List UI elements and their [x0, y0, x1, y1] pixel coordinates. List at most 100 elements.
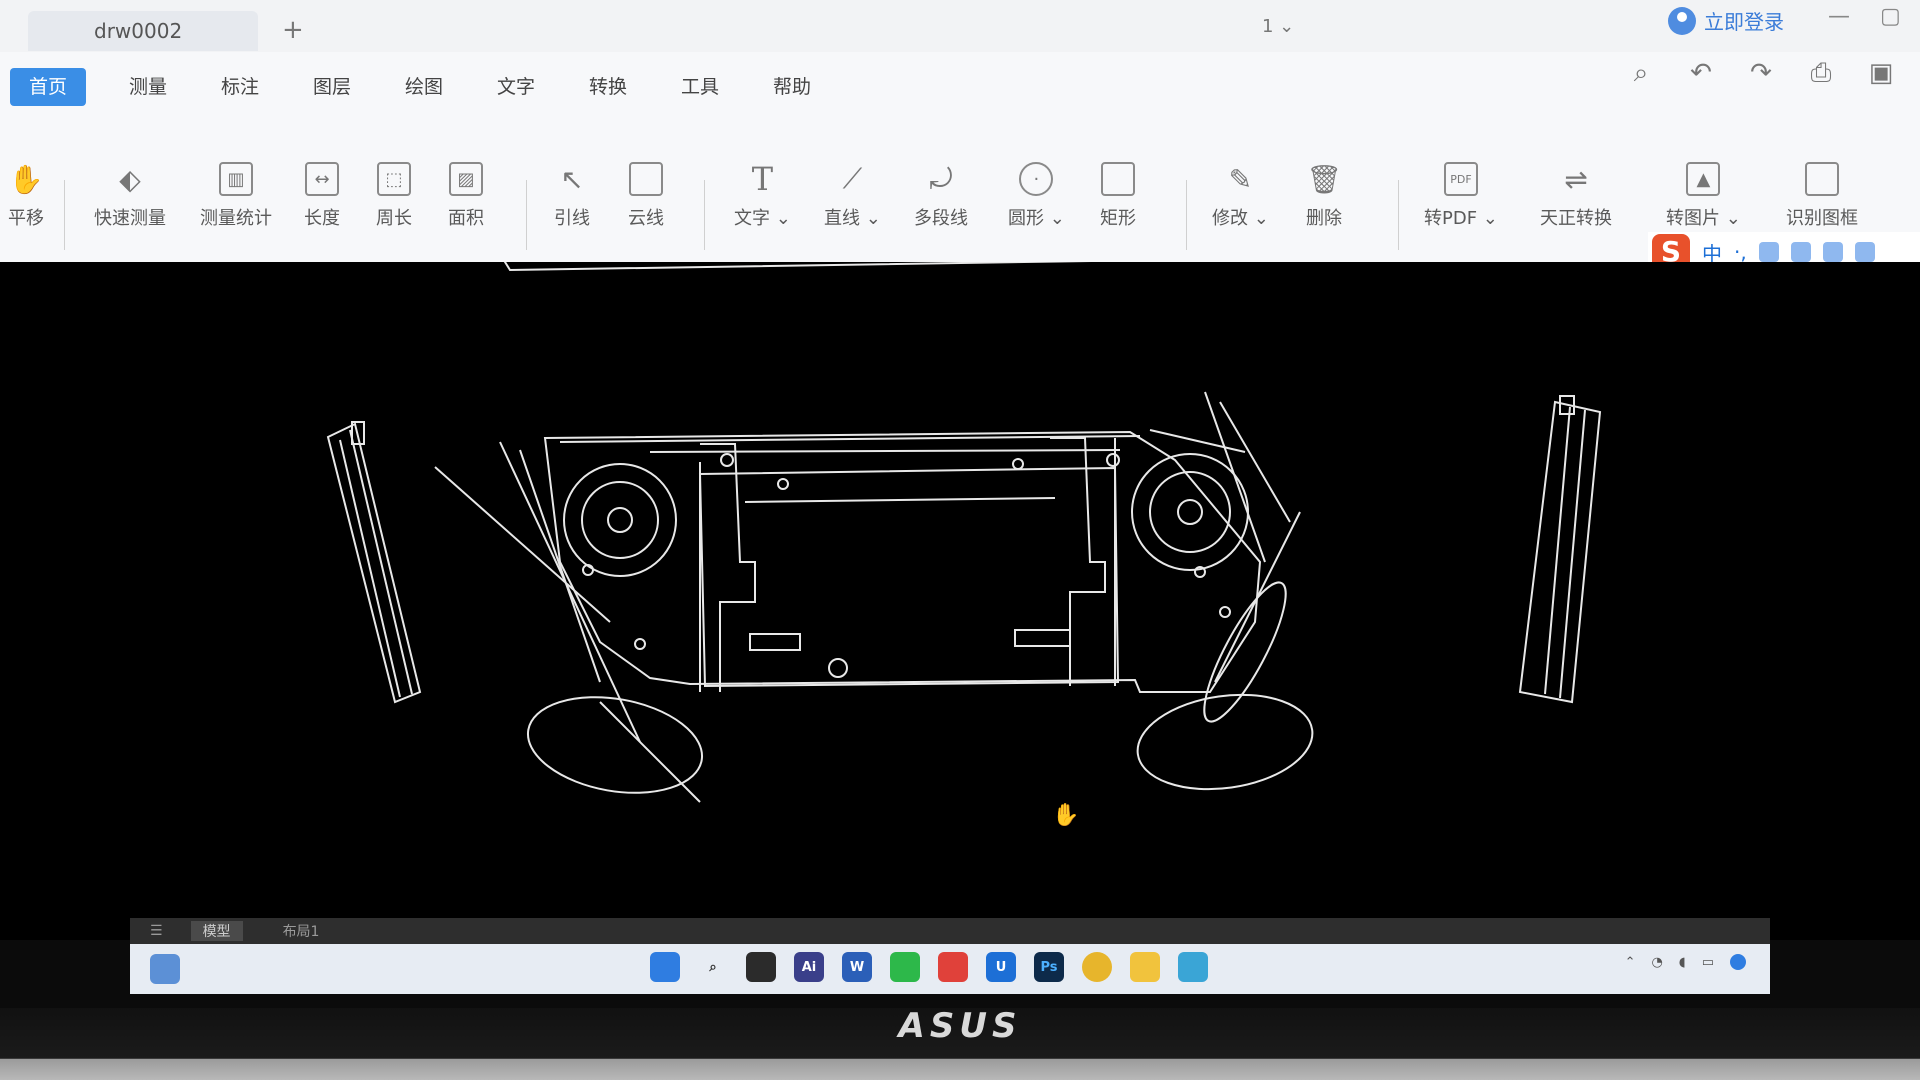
- volume-icon[interactable]: ◖: [1679, 955, 1686, 970]
- menu-tab-annotate[interactable]: 标注: [194, 68, 286, 106]
- grid-menu-icon[interactable]: [1854, 242, 1875, 262]
- taskbar-apps: ⌕ Ai W U Ps: [650, 952, 1208, 982]
- quick-toolbar: ⌕ ↶ ↷ ⎙ ▣: [1626, 58, 1896, 88]
- length-tool[interactable]: ↔ 长度: [304, 162, 340, 230]
- polyline-icon: ⤾: [929, 162, 953, 195]
- rectangle-icon: [1101, 162, 1135, 196]
- system-tray: ⌃ ◔ ◖ ▭: [1625, 954, 1746, 970]
- text-icon: T: [751, 160, 774, 198]
- menu-tab-text[interactable]: 文字: [470, 68, 562, 106]
- pan-tool[interactable]: ✋ 平移: [8, 162, 44, 230]
- title-bar: drw0002 + 1 ⌄ 立即登录 — ▢: [0, 0, 1920, 52]
- chrome-icon[interactable]: [1082, 952, 1112, 982]
- word-icon[interactable]: W: [842, 952, 872, 982]
- page-selector[interactable]: 1 ⌄: [1262, 16, 1294, 37]
- pan-tool-label: 平移: [8, 208, 44, 229]
- drawing-canvas[interactable]: ✋: [0, 262, 1920, 920]
- battery-icon[interactable]: ▭: [1702, 955, 1714, 970]
- modify-tool[interactable]: ✎ 修改 ⌄: [1212, 162, 1269, 230]
- cad-drawing: ✋: [326, 262, 1602, 828]
- network-icon[interactable]: ◔: [1652, 955, 1663, 970]
- menu-tab-tools[interactable]: 工具: [654, 68, 746, 106]
- menu-tab-help[interactable]: 帮助: [746, 68, 838, 106]
- microphone-icon[interactable]: [1758, 242, 1779, 262]
- illustrator-icon[interactable]: Ai: [794, 952, 824, 982]
- search-icon[interactable]: ⌕: [1626, 58, 1656, 88]
- left-speaker: [563, 463, 677, 577]
- red-app-icon[interactable]: [938, 952, 968, 982]
- text-tool-label: 文字 ⌄: [734, 208, 791, 229]
- leader-label: 引线: [554, 208, 590, 229]
- circle-icon: ·: [1019, 162, 1054, 196]
- maximize-icon[interactable]: ▢: [1880, 4, 1901, 29]
- photoshop-icon[interactable]: Ps: [1034, 952, 1064, 982]
- ime-punctuation[interactable]: ·,: [1734, 240, 1747, 264]
- tangent-convert-tool[interactable]: ⇌ 天正转换: [1540, 162, 1612, 230]
- task-view-icon[interactable]: [746, 952, 776, 982]
- perimeter-label: 周长: [376, 208, 412, 229]
- layout-menu-icon[interactable]: ☰: [150, 923, 163, 939]
- leader-tool[interactable]: ↖ 引线: [554, 162, 590, 230]
- leader-icon: ↖: [560, 162, 584, 196]
- new-tab-button[interactable]: +: [282, 15, 304, 45]
- polyline-tool[interactable]: ⤾ 多段线: [914, 162, 968, 230]
- tab-layout1[interactable]: 布局1: [271, 921, 332, 941]
- text-tool[interactable]: T 文字 ⌄: [734, 160, 791, 230]
- tab-model[interactable]: 模型: [190, 921, 243, 941]
- menu-tab-draw[interactable]: 绘图: [378, 68, 470, 106]
- right-grip-outline: [1136, 693, 1314, 791]
- frame-detect-tool[interactable]: 识别图框: [1786, 162, 1858, 230]
- keyboard-icon[interactable]: [1790, 242, 1811, 262]
- login-button[interactable]: 立即登录: [1668, 6, 1784, 35]
- polyline-tool-label: 多段线: [914, 208, 968, 229]
- wechat-icon[interactable]: [890, 952, 920, 982]
- windows-taskbar: ⌕ Ai W U Ps ⌃ ◔ ◖ ▭: [130, 944, 1770, 994]
- print-icon[interactable]: ⎙: [1806, 58, 1836, 88]
- menu-tab-home[interactable]: 首页: [10, 68, 86, 106]
- laptop-brand-logo: ASUS: [898, 1006, 1022, 1046]
- tray-chevron-icon[interactable]: ⌃: [1625, 955, 1636, 970]
- user-avatar-icon: [1668, 6, 1696, 35]
- ribbon-separator: [1186, 180, 1187, 250]
- skin-icon[interactable]: [1822, 242, 1843, 262]
- modify-tool-label: 修改 ⌄: [1212, 208, 1269, 229]
- minimize-icon[interactable]: —: [1828, 4, 1850, 29]
- menu-tab-convert[interactable]: 转换: [562, 68, 654, 106]
- line-icon: ⟋: [842, 162, 863, 195]
- undo-icon[interactable]: ↶: [1686, 58, 1716, 88]
- layout-tab-bar: ☰ 模型 布局1: [130, 918, 1770, 944]
- notification-icon[interactable]: [1730, 954, 1746, 970]
- area-tool[interactable]: ▨ 面积: [448, 162, 484, 230]
- tangent-convert-icon: ⇌: [1564, 162, 1588, 196]
- circle-tool[interactable]: · 圆形 ⌄: [1008, 162, 1065, 230]
- file-explorer-icon[interactable]: [1130, 952, 1160, 982]
- redo-icon[interactable]: ↷: [1746, 58, 1776, 88]
- laptop-screen: drw0002 + 1 ⌄ 立即登录 — ▢ 首页 测量 标注 图层 绘图 文字…: [0, 0, 1920, 1008]
- to-image-tool[interactable]: ▲ 转图片 ⌄: [1666, 162, 1741, 230]
- to-pdf-tool[interactable]: PDF 转PDF ⌄: [1424, 162, 1498, 230]
- widgets-icon[interactable]: [150, 954, 180, 984]
- frame-detect-icon: [1805, 162, 1839, 196]
- measure-stats-tool[interactable]: ▥ 测量统计: [200, 162, 272, 230]
- length-icon: ↔: [305, 162, 339, 196]
- rectangle-tool[interactable]: 矩形: [1100, 162, 1136, 230]
- ribbon-separator: [1398, 180, 1399, 250]
- circle-tool-label: 圆形 ⌄: [1008, 208, 1065, 229]
- ribbon-separator: [64, 180, 65, 250]
- document-tab[interactable]: drw0002: [28, 11, 258, 51]
- delete-tool[interactable]: 🗑 删除: [1306, 162, 1342, 230]
- line-tool[interactable]: ⟋ 直线 ⌄: [824, 162, 881, 230]
- cad-viewer-icon[interactable]: [1178, 952, 1208, 982]
- to-pdf-label: 转PDF ⌄: [1424, 208, 1498, 229]
- line-tool-label: 直线 ⌄: [824, 208, 881, 229]
- quick-measure-tool[interactable]: ⬖ 快速测量: [94, 162, 166, 230]
- start-icon[interactable]: [650, 952, 680, 982]
- menu-tab-layers[interactable]: 图层: [286, 68, 378, 106]
- menu-tab-measure[interactable]: 测量: [102, 68, 194, 106]
- perimeter-tool[interactable]: ⬚ 周长: [376, 162, 412, 230]
- save-icon[interactable]: ▣: [1866, 58, 1896, 88]
- search-icon[interactable]: ⌕: [698, 952, 728, 982]
- u-app-icon[interactable]: U: [986, 952, 1016, 982]
- area-icon: ▨: [449, 162, 483, 196]
- cloud-line-tool[interactable]: 云线: [628, 162, 664, 230]
